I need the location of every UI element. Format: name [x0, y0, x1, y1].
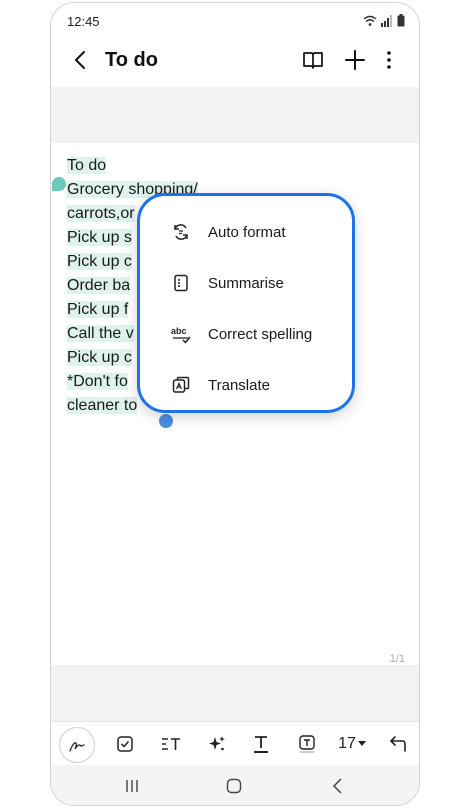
selection-handle-end[interactable]	[159, 414, 173, 428]
page-title: To do	[105, 49, 158, 71]
home-icon[interactable]	[223, 775, 245, 797]
editor-toolbar: 17	[51, 721, 419, 766]
battery-icon	[397, 14, 405, 27]
svg-text:abc: abc	[171, 326, 187, 336]
app-bar: To do	[51, 37, 419, 87]
back-arrow-icon[interactable]	[69, 48, 93, 72]
ai-sparkle-icon[interactable]	[203, 730, 231, 758]
phone-frame: 12:45 To do To do Grocery shopping/ carr…	[50, 2, 420, 806]
wifi-icon	[363, 15, 377, 26]
undo-icon[interactable]	[383, 730, 411, 758]
note-line: Pick up c	[67, 253, 132, 270]
status-bar: 12:45	[51, 3, 419, 37]
reading-mode-icon[interactable]	[301, 48, 325, 72]
status-time: 12:45	[67, 14, 100, 29]
note-line: *Don't fo	[67, 373, 128, 390]
recents-icon[interactable]	[121, 775, 143, 797]
dropdown-arrow-icon	[357, 741, 366, 746]
note-line: Call the v	[67, 325, 134, 342]
note-line: carrots,or	[67, 205, 135, 222]
font-size-value: 17	[338, 735, 356, 752]
bottom-band	[51, 665, 419, 721]
menu-item-label: Summarise	[208, 274, 284, 292]
menu-item-translate[interactable]: Translate	[140, 365, 352, 405]
menu-item-summarise[interactable]: Summarise	[140, 263, 352, 303]
summarise-icon	[170, 272, 192, 294]
text-box-icon[interactable]	[293, 730, 321, 758]
selection-handle-start[interactable]	[52, 177, 66, 191]
correct-spelling-icon: abc	[170, 323, 192, 345]
auto-format-icon	[170, 221, 192, 243]
pen-icon[interactable]	[59, 727, 95, 763]
menu-item-label: Correct spelling	[208, 325, 313, 343]
signal-icon	[381, 14, 392, 27]
back-nav-icon[interactable]	[327, 775, 349, 797]
more-options-icon[interactable]	[377, 48, 401, 72]
note-line: To do	[67, 157, 107, 174]
menu-item-label: Translate	[208, 376, 270, 394]
system-nav-bar	[51, 765, 419, 805]
checkbox-icon[interactable]	[111, 730, 139, 758]
note-line: Order ba	[67, 277, 131, 294]
menu-item-correct-spelling[interactable]: abc Correct spelling	[140, 314, 352, 354]
menu-item-auto-format[interactable]: Auto format	[140, 212, 352, 252]
note-line: cleaner to	[67, 397, 138, 414]
note-line: Pick up s	[67, 229, 132, 246]
text-style-icon[interactable]	[157, 730, 185, 758]
note-line: Pick up f	[67, 301, 129, 318]
font-size-selector[interactable]: 17	[335, 730, 369, 758]
translate-icon	[170, 374, 192, 396]
note-line: Pick up c	[67, 349, 132, 366]
status-icons	[363, 14, 405, 27]
title-band	[51, 87, 419, 143]
page-indicator: 1/1	[389, 653, 405, 665]
add-icon[interactable]	[343, 48, 367, 72]
ai-assist-menu: Auto format Summarise abc Correct spelli…	[137, 193, 355, 413]
text-color-icon[interactable]	[247, 730, 275, 758]
menu-item-label: Auto format	[208, 223, 286, 241]
